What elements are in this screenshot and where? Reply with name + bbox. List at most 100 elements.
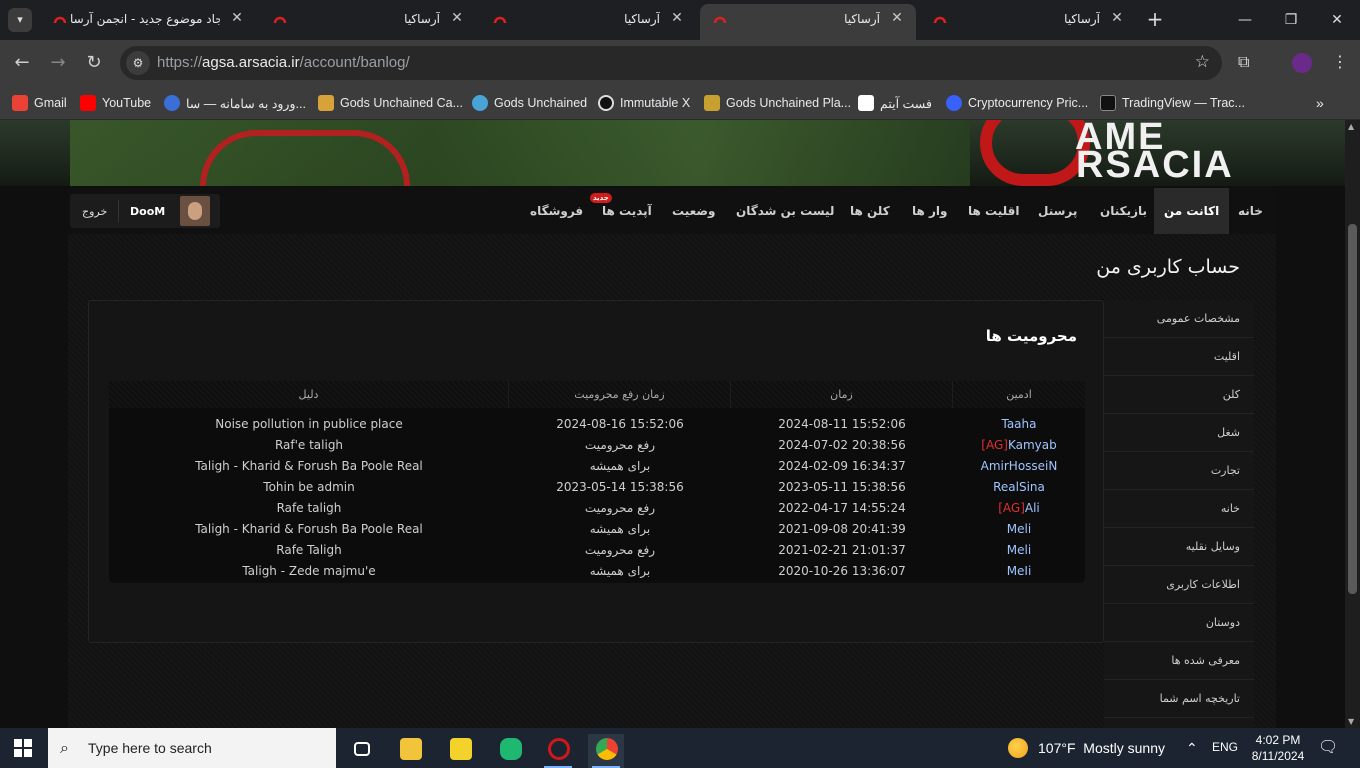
logout-button[interactable]: خروج [82,205,107,218]
sidebar-item-house[interactable]: خانه [1104,490,1254,528]
chrome-icon[interactable] [588,734,624,768]
table-cell-time: 2023-05-11 15:38:56 [778,480,906,494]
player-app-icon[interactable] [442,734,478,768]
forward-arrow-icon[interactable]: → [45,50,71,76]
bookmark-fast-item[interactable]: فست آیتم [858,94,932,112]
close-window-icon[interactable]: ✕ [1322,8,1352,32]
taskbar-search-box[interactable]: ⌕ Type here to search [48,728,336,768]
bookmark-coinmarketcap[interactable]: Cryptocurrency Pric... [946,94,1088,112]
sidebar-item-clan[interactable]: کلن [1104,376,1254,414]
sidebar-item-user-info[interactable]: اطلاعات کاربری [1104,566,1254,604]
nav-shop[interactable]: فروشگاه [530,204,583,218]
bookmark-tradingview[interactable]: TradingView — Trac... [1100,94,1245,112]
site-favicon-icon [273,16,287,24]
tab-new-topic[interactable]: ایجاد موضوع جدید - انجمن آرسا ✕ [40,6,256,34]
nav-home[interactable]: خانه [1238,204,1263,218]
weather-widget[interactable]: 107°F Mostly sunny [1008,738,1165,758]
restore-icon[interactable]: ❐ [1276,8,1306,32]
username[interactable]: DooM [130,205,165,218]
address-bar[interactable]: ⚙ https://agsa.arsacia.ir/account/banlog… [120,46,1222,80]
tab-close-icon[interactable]: ✕ [448,9,466,27]
table-cell-admin[interactable]: RealSina [953,477,1085,498]
table-cell-admin[interactable]: [AG]Ali [953,498,1085,519]
table-cell-reason: Tohin be admin [263,480,355,494]
weather-text: Mostly sunny [1083,740,1165,756]
new-tab-plus-icon[interactable]: + [1144,8,1166,30]
tab-close-icon[interactable]: ✕ [668,9,686,27]
windows-start-icon[interactable] [14,739,32,757]
minimize-icon[interactable]: — [1230,8,1260,32]
extensions-icon[interactable]: ⧉ [1238,52,1249,72]
avatar[interactable] [180,196,210,226]
bookmark-star-icon[interactable]: ☆ [1195,52,1210,72]
tab-arsacia-4[interactable]: آرساکیا ✕ [920,6,1136,34]
bookmark-gods-unchained[interactable]: Gods Unchained [472,94,587,112]
url-text[interactable]: https://agsa.arsacia.ir/account/banlog/ [157,54,410,71]
sidebar-item-minority[interactable]: اقلیت [1104,338,1254,376]
tab-arsacia-1[interactable]: آرساکیا ✕ [260,6,476,34]
table-cell-admin[interactable]: Taaha [953,414,1085,435]
bookmark-gmail[interactable]: Gmail [12,94,67,112]
tab-label: آرساکیا [1064,12,1100,26]
tradingview-icon [1100,95,1116,111]
nav-staff[interactable]: پرسنل [1038,204,1077,218]
sidebar-item-job[interactable]: شغل [1104,414,1254,452]
tab-search-button[interactable]: ▾ [8,8,32,32]
back-arrow-icon[interactable]: ← [9,50,35,76]
language-indicator[interactable]: ENG [1212,740,1238,754]
task-view-icon[interactable] [344,734,380,768]
reload-icon[interactable]: ↻ [81,50,107,76]
nav-wars[interactable]: وار ها [912,204,947,218]
bookmark-samaneh[interactable]: ورود به سامانه — سا... [164,94,306,112]
sidebar-item-trade[interactable]: تجارت [1104,452,1254,490]
nav-players[interactable]: بازیکنان [1100,204,1147,218]
scrollbar-thumb[interactable] [1348,224,1357,594]
sidebar-item-name-history[interactable]: تاریخچه اسم شما [1104,680,1254,718]
tab-arsacia-2[interactable]: آرساکیا ✕ [480,6,696,34]
table-cell-admin[interactable]: Meli [953,519,1085,540]
nav-clans[interactable]: کلن ها [850,204,890,218]
table-cell-admin[interactable]: Meli [953,540,1085,561]
bookmark-label: ورود به سامانه — سا... [186,96,306,111]
sidebar-item-vehicles[interactable]: وسایل نقلیه [1104,528,1254,566]
url-host: agsa.arsacia.ir [202,54,300,71]
bookmark-gods-cards[interactable]: Gods Unchained Ca... [318,94,463,112]
table-cell-reason: Taligh - Zede majmu'e [242,564,376,578]
tab-close-icon[interactable]: ✕ [228,9,246,27]
tab-close-icon[interactable]: ✕ [888,9,906,27]
column-header-time: زمان [731,381,953,408]
arsacia-app-icon[interactable] [540,734,576,768]
scroll-up-icon[interactable]: ▲ [1348,122,1354,131]
admin-name: MeIi [1006,564,1032,578]
profile-avatar-icon[interactable] [1292,53,1312,73]
site-logo[interactable]: AME RSACIA [980,120,1280,186]
scroll-down-icon[interactable]: ▼ [1348,717,1354,726]
menu-dots-icon[interactable]: ⋮ [1332,52,1348,71]
bookmark-youtube[interactable]: YouTube [80,94,151,112]
page-scrollbar[interactable]: ▲ ▼ [1345,120,1360,728]
taskbar-clock[interactable]: 4:02 PM 8/11/2024 [1250,732,1306,764]
sidebar-item-referrals[interactable]: معرفی شده ها [1104,642,1254,680]
nav-my-account[interactable]: اکانت من [1154,188,1230,234]
site-settings-icon[interactable]: ⚙ [126,51,150,75]
notifications-icon[interactable]: 🗨 [1318,737,1338,757]
messenger-app-icon[interactable] [492,734,528,768]
nav-updates[interactable]: آپدیت ها جدید [590,193,652,218]
tray-chevron-icon[interactable]: ⌃ [1186,740,1198,757]
globe-icon [164,95,180,111]
nav-ban-list[interactable]: لیست بن شدگان [736,204,834,218]
sidebar-item-friends[interactable]: دوستان [1104,604,1254,642]
sidebar-item-general[interactable]: مشخصات عمومی [1104,300,1254,338]
more-bookmarks-chevron-icon[interactable]: » [1316,94,1324,112]
file-explorer-icon[interactable] [392,734,428,768]
gmail-icon [12,95,28,111]
nav-status[interactable]: وضعیت [672,204,715,218]
table-cell-admin[interactable]: AmirHosseiN [953,456,1085,477]
nav-minorities[interactable]: اقلیت ها [968,204,1019,218]
tab-arsacia-active[interactable]: آرساکیا ✕ [700,4,916,40]
bookmark-gods-players[interactable]: Gods Unchained Pla... [704,94,851,112]
table-cell-admin[interactable]: MeIi [953,561,1085,582]
tab-close-icon[interactable]: ✕ [1108,9,1126,27]
bookmark-immutable[interactable]: Immutable X [598,94,690,112]
table-cell-admin[interactable]: [AG]Kamyab [953,435,1085,456]
